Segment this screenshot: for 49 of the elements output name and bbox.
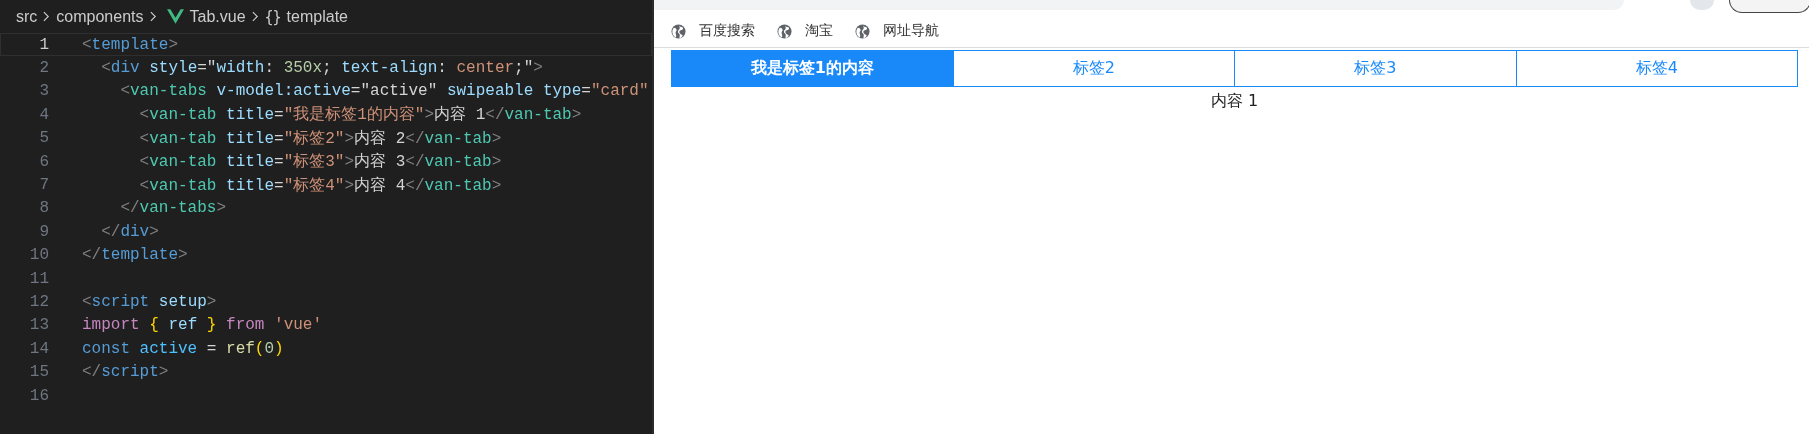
chevron-icon <box>149 11 157 22</box>
code-line: <van-tab title="标签3">内容 3</van-tab> <box>138 151 502 173</box>
globe-icon <box>777 23 792 39</box>
code-line: <van-tabs v-model:active="active" swipeable type="card" <box>119 82 649 101</box>
bookmark-link[interactable]: 百度搜索 <box>671 20 755 42</box>
tab[interactable]: 我是标签1的内容 <box>672 51 953 86</box>
line-number: 1 <box>38 35 49 54</box>
line-number: 10 <box>28 246 49 265</box>
code-line: </script> <box>82 363 169 382</box>
bookmark-link[interactable]: 淘宝 <box>777 20 833 42</box>
tab-content: 内容 1 <box>1210 91 1259 112</box>
line-number: 9 <box>38 222 49 241</box>
line-number: 14 <box>28 339 49 358</box>
code-line: </van-tabs> <box>119 199 227 218</box>
chevron-icon <box>251 11 259 22</box>
line-number: 16 <box>28 386 49 405</box>
code-line: </template> <box>82 246 188 265</box>
code-line: </div> <box>100 222 159 241</box>
line-number: 2 <box>38 59 49 78</box>
line-number: 12 <box>28 293 49 311</box>
code-line: <script setup> <box>82 293 217 311</box>
code-line: <van-tab title="我是标签1的内容">内容 1</van-tab> <box>138 104 582 126</box>
toolbar-button[interactable] <box>1729 0 1809 13</box>
line-number: 13 <box>28 316 49 335</box>
breadcrumb-item[interactable]: src <box>16 7 38 26</box>
globe-icon <box>855 23 870 39</box>
line-number: 6 <box>38 152 49 171</box>
profile-avatar[interactable] <box>1690 0 1714 10</box>
bookmark-link[interactable]: 网址导航 <box>855 20 939 42</box>
line-number: 5 <box>38 129 49 148</box>
code-line: const active = ref(0) <box>82 339 284 358</box>
line-number: 15 <box>28 363 49 382</box>
code-line: <template> <box>82 35 179 54</box>
line-number: 4 <box>38 105 49 124</box>
globe-icon <box>671 23 686 39</box>
line-number: 7 <box>38 176 49 195</box>
v-logo-icon <box>166 9 184 24</box>
code-line: <div style="width: 350x; text-align: center;"> <box>100 59 543 78</box>
braces-symbol: {} <box>264 7 281 26</box>
breadcrumb-item[interactable]: Tab.vue <box>189 7 246 26</box>
breadcrumb-item[interactable]: components <box>56 7 144 26</box>
line-number: 3 <box>38 82 49 101</box>
line-number: 11 <box>28 269 49 288</box>
code-line: import { ref } from 'vue' <box>82 316 323 335</box>
breadcrumb-item[interactable]: template <box>286 7 348 26</box>
chevron-icon <box>43 11 51 22</box>
line-number: 8 <box>38 199 49 218</box>
code-line: <van-tab title="标签2">内容 2</van-tab> <box>138 128 502 149</box>
code-line: <van-tab title="标签4">内容 4</van-tab> <box>138 175 502 196</box>
